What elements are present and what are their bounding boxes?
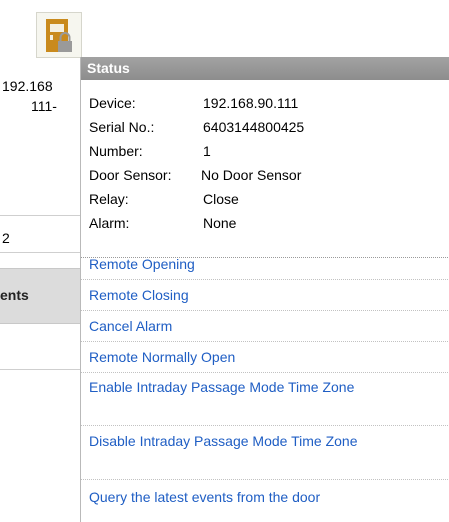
page-count-label: 2 — [2, 230, 10, 246]
relay-label: Relay: — [89, 191, 129, 207]
query-latest-events-link[interactable]: Query the latest events from the door — [89, 487, 429, 508]
divider — [0, 215, 80, 216]
divider — [81, 341, 449, 342]
divider — [81, 310, 449, 311]
disable-passage-mode-link[interactable]: Disable Intraday Passage Mode Time Zone — [89, 431, 404, 452]
status-popup: Status Device: 192.168.90.111 Serial No.… — [80, 57, 449, 522]
alarm-value: None — [203, 215, 237, 231]
door-device-tile[interactable] — [36, 12, 82, 58]
divider — [81, 425, 449, 426]
device-name-label: 111- — [31, 98, 57, 114]
divider — [81, 479, 449, 480]
alarm-label: Alarm: — [89, 215, 130, 231]
remote-opening-link[interactable]: Remote Opening — [89, 254, 429, 275]
number-label: Number: — [89, 143, 143, 159]
divider — [81, 372, 449, 373]
events-tab-label: ents — [0, 287, 29, 303]
divider — [81, 279, 449, 280]
events-tab[interactable]: ents — [0, 268, 80, 324]
divider — [0, 369, 80, 370]
remote-normally-open-link[interactable]: Remote Normally Open — [89, 347, 429, 368]
status-header: Status — [81, 57, 449, 80]
relay-value: Close — [203, 191, 239, 207]
door-sensor-value: No Door Sensor — [201, 167, 302, 183]
device-value: 192.168.90.111 — [203, 95, 299, 111]
serial-label: Serial No.: — [89, 119, 155, 135]
divider — [0, 252, 80, 253]
device-ip-label: 192.168 — [2, 78, 53, 94]
remote-closing-link[interactable]: Remote Closing — [89, 285, 429, 306]
number-value: 1 — [203, 143, 211, 159]
top-strip — [0, 0, 449, 10]
status-header-title: Status — [87, 60, 130, 76]
device-label: Device: — [89, 95, 136, 111]
cancel-alarm-link[interactable]: Cancel Alarm — [89, 316, 429, 337]
door-lock-icon — [46, 19, 72, 52]
serial-value: 6403144800425 — [203, 119, 305, 135]
door-sensor-label: Door Sensor: — [89, 167, 172, 183]
enable-passage-mode-link[interactable]: Enable Intraday Passage Mode Time Zone — [89, 377, 389, 398]
